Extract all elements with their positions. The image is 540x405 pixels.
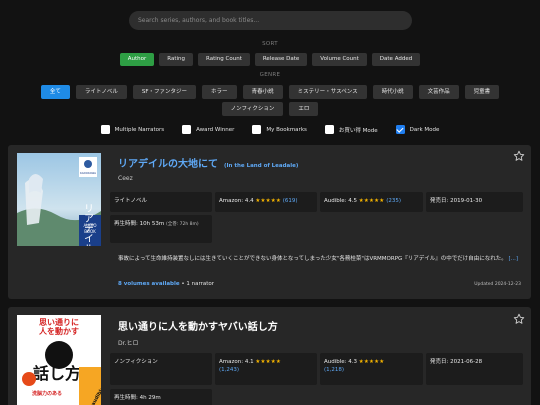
bargain-mode-option[interactable]: お買い得 Mode (324, 125, 378, 134)
playtime-cell: 再生時間: 4h 29m (110, 389, 212, 405)
sort-rating-button[interactable]: Rating (159, 53, 194, 66)
playtime-value: 再生時間: 4h 29m (114, 395, 161, 401)
updated-date: Updated 2024-12-23 (474, 282, 521, 287)
award-winner-label: Award Winner (196, 126, 235, 133)
release-date-cell: 発売日: 2019-01-30 (426, 192, 523, 212)
release-date-value: 発売日: 2019-01-30 (430, 198, 483, 204)
cover-line3: 話し方 (33, 364, 81, 383)
cover-publisher-text: KADOKAWA (80, 171, 96, 175)
audible-rating-label: Audible: 4.5 (324, 198, 358, 204)
sort-rating-count-button[interactable]: Rating Count (198, 53, 250, 66)
book-title-text: 思い通りに人を動かすヤバい話し方 (118, 322, 278, 333)
genre-mystery-button[interactable]: ミステリー・サスペンス (288, 85, 367, 99)
book-cover-image[interactable]: リアデイルの大地にて KADOKAWA AUDIO BOOK (17, 153, 101, 246)
bookmark-star-icon[interactable] (513, 150, 525, 162)
cover-line4: 洗脳力のある (32, 390, 62, 397)
genre-nonfiction-button[interactable]: ノンフィクション (221, 102, 284, 116)
book-author[interactable]: Dr.ヒロ (118, 338, 138, 347)
genre-all-button[interactable]: 全て (40, 85, 70, 99)
multiple-narrators-option[interactable]: Multiple Narrators (100, 125, 165, 134)
sort-buttons: Author Rating Rating Count Release Date … (0, 53, 540, 66)
genre-historical-button[interactable]: 時代小説 (372, 85, 413, 99)
book-card: リアデイルの大地にて KADOKAWA AUDIO BOOK リアデイルの大地に… (8, 145, 531, 299)
bargain-mode-label: お買い得 Mode (338, 127, 378, 134)
award-winner-option[interactable]: Award Winner (182, 125, 234, 134)
multiple-narrators-label: Multiple Narrators (114, 126, 165, 133)
award-winner-checkbox[interactable] (182, 125, 192, 134)
book-author[interactable]: Ceez (118, 175, 133, 182)
sort-date-added-button[interactable]: Date Added (371, 53, 421, 66)
my-bookmarks-label: My Bookmarks (266, 126, 307, 133)
cover-line2: 人を動かす (39, 326, 79, 336)
genre-literary-button[interactable]: 文芸作品 (418, 85, 459, 99)
audible-review-count-link[interactable]: (1,218) (324, 367, 344, 373)
genre-buttons-row1: 全て ライトノベル SF・ファンタジー ホラー 青春小説 ミステリー・サスペンス… (0, 85, 540, 99)
dark-mode-checkbox[interactable] (395, 125, 405, 134)
playtime-cell: 再生時間: 10h 53m (全巻: 72h 8m) (110, 215, 212, 243)
cover-line1: 思い通りに (39, 317, 79, 327)
amazon-rating-cell: Amazon: 4.1 ★★★★★ (1,243) (215, 353, 317, 385)
release-date-cell: 発売日: 2021-06-28 (426, 353, 523, 385)
my-bookmarks-option[interactable]: My Bookmarks (252, 125, 307, 134)
audible-star-rating: ★★★★★ (358, 359, 385, 365)
read-more-link[interactable]: [...] (509, 256, 519, 262)
amazon-rating-cell: Amazon: 4.4 ★★★★★ (619) (215, 192, 317, 212)
playtime-value: 再生時間: 10h 53m (114, 221, 165, 227)
genre-sf-fantasy-button[interactable]: SF・ファンタジー (132, 85, 197, 99)
genre-erotic-button[interactable]: エロ (289, 102, 319, 116)
description-text: 事故によって生命維持装置なしには生きていくことができない身体となってしまった少女… (118, 256, 507, 262)
filter-options: Multiple Narrators Award Winner My Bookm… (0, 125, 540, 134)
genre-value: ノンフィクション (114, 359, 158, 365)
sort-label: SORT (262, 41, 278, 47)
book-cover-image[interactable]: 思い通りに 人を動かす 話し方 洗脳力のある audible (17, 315, 101, 405)
audible-rating-label: Audible: 4.3 (324, 359, 358, 365)
amazon-rating-label: Amazon: 4.4 (219, 198, 254, 204)
book-card: 思い通りに 人を動かす 話し方 洗脳力のある audible 思い通りに人を動か… (8, 307, 531, 405)
multiple-narrators-checkbox[interactable] (100, 125, 110, 134)
book-description: 事故によって生命維持装置なしには生きていくことができない身体となってしまった少女… (118, 254, 526, 264)
genre-cell: ノンフィクション (110, 353, 212, 385)
cover-badge-audio: AUDIO (83, 223, 96, 228)
audible-rating-cell: Audible: 4.5 ★★★★★ (235) (320, 192, 423, 212)
genre-label: GENRE (259, 72, 281, 78)
book-english-title: (In the Land of Leadale) (224, 163, 299, 169)
narrator-count: • 1 narrator (179, 281, 215, 287)
release-date-value: 発売日: 2021-06-28 (430, 359, 483, 365)
volume-info: 8 volumes available • 1 narrator (118, 281, 214, 287)
genre-value: ライトノベル (114, 198, 148, 204)
genre-youth-button[interactable]: 青春小説 (242, 85, 283, 99)
search-input[interactable]: Search series, authors, and book titles.… (129, 11, 412, 30)
audible-star-rating: ★★★★★ (358, 198, 385, 204)
playtime-total: (全巻: 72h 8m) (165, 222, 199, 227)
amazon-rating-label: Amazon: 4.1 (219, 359, 254, 365)
genre-horror-button[interactable]: ホラー (202, 85, 237, 99)
amazon-star-rating: ★★★★★ (255, 359, 281, 365)
bookmark-star-icon[interactable] (513, 313, 525, 325)
genre-light-novel-button[interactable]: ライトノベル (75, 85, 127, 99)
sort-author-button[interactable]: Author (119, 53, 155, 66)
my-bookmarks-checkbox[interactable] (252, 125, 262, 134)
audible-review-count-link[interactable]: (235) (386, 198, 401, 204)
bargain-mode-checkbox[interactable] (324, 125, 334, 134)
amazon-star-rating: ★★★★★ (255, 198, 281, 204)
amazon-review-count-link[interactable]: (1,243) (219, 367, 239, 373)
audible-rating-cell: Audible: 4.3 ★★★★★ (1,218) (320, 353, 423, 385)
sort-release-date-button[interactable]: Release Date (254, 53, 308, 66)
amazon-review-count-link[interactable]: (619) (283, 198, 298, 204)
genre-buttons-row2: ノンフィクション エロ (0, 102, 540, 116)
book-title-text: リアデイルの大地にて (118, 159, 218, 170)
book-title-link[interactable]: リアデイルの大地にて (In the Land of Leadale) (118, 155, 298, 170)
volumes-available-link[interactable]: 8 volumes available (118, 281, 180, 287)
genre-cell: ライトノベル (110, 192, 212, 212)
dark-mode-option[interactable]: Dark Mode (395, 125, 440, 134)
book-title-link[interactable]: 思い通りに人を動かすヤバい話し方 (118, 318, 278, 333)
dark-mode-label: Dark Mode (409, 126, 440, 133)
cover-badge-book: BOOK (84, 229, 96, 234)
genre-children-button[interactable]: 児童書 (464, 85, 500, 99)
sort-volume-count-button[interactable]: Volume Count (312, 53, 367, 66)
